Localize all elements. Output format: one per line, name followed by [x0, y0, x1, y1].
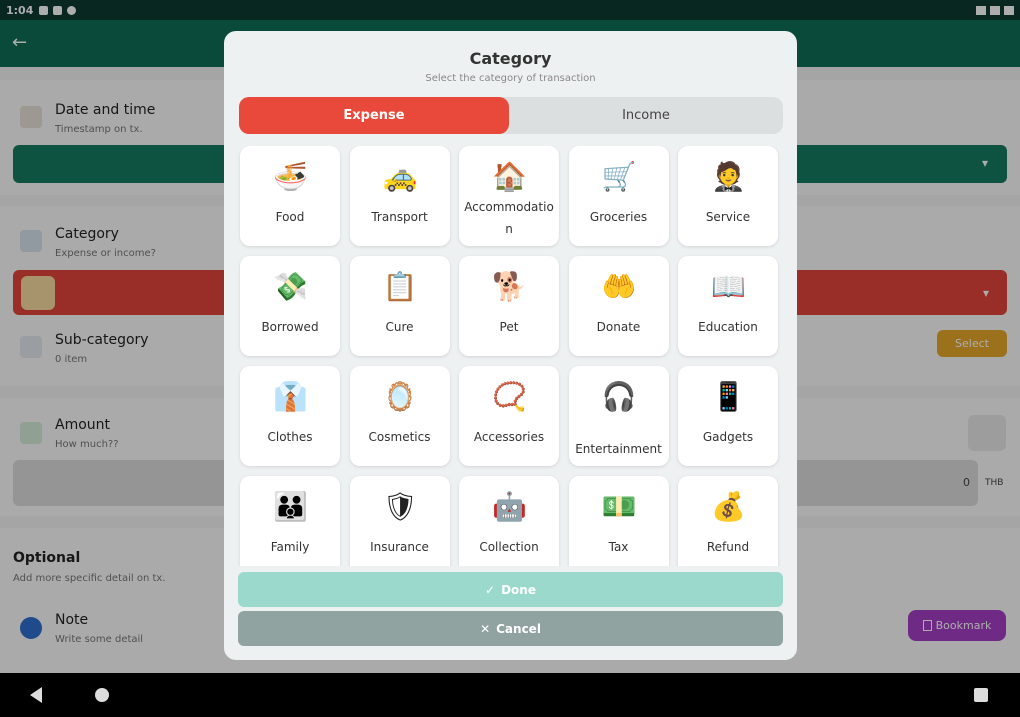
- category-tile-transport[interactable]: 🚕 Transport: [349, 146, 450, 246]
- food-bowl-icon: 🍜: [273, 160, 308, 193]
- category-tile-accessories[interactable]: 📿 Accessories: [459, 366, 559, 466]
- family-icon: 👪: [273, 490, 308, 523]
- category-tile-accommodation[interactable]: 🏠 Accommodation: [459, 146, 559, 246]
- category-tile-education[interactable]: 📖 Education: [678, 256, 778, 356]
- shirt-icon: 👔: [273, 380, 308, 413]
- tab-expense[interactable]: Expense: [239, 97, 509, 134]
- category-label: Refund: [706, 540, 750, 554]
- done-label: Done: [501, 582, 536, 597]
- money-hand-icon: 💸: [273, 270, 308, 303]
- cancel-label: Cancel: [496, 621, 541, 636]
- category-tile-groceries[interactable]: 🛒 Groceries: [568, 146, 669, 246]
- category-label: Service: [705, 210, 751, 224]
- category-label: Gadgets: [702, 430, 754, 444]
- category-tile-cure[interactable]: 📋 Cure: [349, 256, 450, 356]
- category-tile-clothes[interactable]: 👔 Clothes: [240, 366, 340, 466]
- category-tile-food[interactable]: 🍜 Food: [240, 146, 340, 246]
- category-label: Cure: [385, 320, 414, 334]
- dialog-subtitle: Select the category of transaction: [425, 73, 596, 84]
- category-label: Food: [275, 210, 305, 224]
- category-tile-tax[interactable]: 💵 Tax: [568, 476, 669, 566]
- system-nav-bar: [0, 673, 1020, 717]
- close-icon: ✕: [480, 621, 491, 636]
- tab-income[interactable]: Income: [509, 97, 783, 134]
- category-tile-collection[interactable]: 🤖 Collection: [459, 476, 559, 566]
- taxi-icon: 🚕: [382, 160, 418, 193]
- dj-icon: 🎧: [601, 380, 637, 413]
- category-tile-borrowed[interactable]: 💸 Borrowed: [240, 256, 340, 356]
- category-label: Entertainment: [575, 442, 662, 456]
- category-label: Insurance: [370, 540, 429, 554]
- tax-money-icon: 💵: [601, 490, 637, 523]
- insurance-icon: 🛡: [382, 490, 419, 523]
- category-tile-cosmetics[interactable]: 🪞 Cosmetics: [349, 366, 450, 466]
- category-grid: 🍜 Food 🚕 Transport 🏠 Accommodation 🛒 Groceries 🤵…: [224, 146, 797, 566]
- category-tile-service[interactable]: 🤵 Service: [678, 146, 778, 246]
- category-dialog: Category Select the category of transact…: [224, 31, 797, 660]
- category-label: Cosmetics: [368, 430, 431, 444]
- category-tile-pet[interactable]: 🐕 Pet: [459, 256, 559, 356]
- shopping-cart-icon: 🛒: [601, 160, 637, 193]
- donate-hand-icon: 🤲: [601, 270, 637, 303]
- category-tile-family[interactable]: 👪 Family: [240, 476, 340, 566]
- category-tile-refund[interactable]: 💰 Refund: [678, 476, 778, 566]
- robot-icon: 🤖: [492, 490, 527, 523]
- compact-mirror-icon: 🪞: [382, 380, 418, 413]
- nav-back-icon[interactable]: [30, 687, 42, 703]
- category-label: Clothes: [267, 430, 313, 444]
- category-tile-entertainment[interactable]: 🎧 Entertainment: [568, 366, 669, 466]
- category-label: Family: [270, 540, 310, 554]
- dog-icon: 🐕: [492, 270, 527, 303]
- refund-hand-icon: 💰: [711, 490, 746, 523]
- category-tile-insurance[interactable]: 🛡 Insurance: [349, 476, 450, 566]
- nav-home-icon[interactable]: [95, 688, 109, 702]
- nav-recents-icon[interactable]: [974, 688, 988, 702]
- type-toggle: Expense Income: [239, 97, 783, 134]
- dialog-title: Category: [469, 49, 552, 68]
- category-label: Transport: [371, 210, 428, 224]
- category-label: Pet: [499, 320, 519, 334]
- check-icon: ✓: [485, 582, 496, 597]
- waiter-icon: 🤵: [711, 160, 746, 193]
- done-button[interactable]: ✓ Done: [238, 572, 783, 607]
- category-label: Tax: [608, 540, 629, 554]
- bead-necklace-icon: 📿: [492, 380, 527, 413]
- book-icon: 📖: [711, 270, 746, 303]
- category-label: Accommodation: [464, 200, 554, 236]
- category-label: Donate: [596, 320, 641, 334]
- medical-clipboard-icon: 📋: [382, 270, 418, 303]
- category-tile-gadgets[interactable]: 📱 Gadgets: [678, 366, 778, 466]
- category-label: Collection: [479, 540, 539, 554]
- house-icon: 🏠: [492, 160, 527, 193]
- category-label: Education: [698, 320, 758, 334]
- cancel-button[interactable]: ✕ Cancel: [238, 611, 783, 646]
- category-label: Borrowed: [261, 320, 319, 334]
- category-label: Groceries: [589, 210, 648, 224]
- category-tile-donate[interactable]: 🤲 Donate: [568, 256, 669, 356]
- devices-icon: 📱: [711, 380, 746, 413]
- category-label: Accessories: [473, 430, 545, 444]
